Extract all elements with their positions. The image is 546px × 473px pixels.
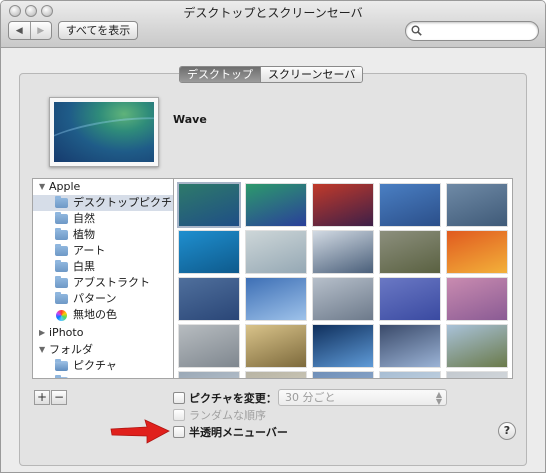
- translucent-menubar-label: 半透明メニューバー: [189, 425, 288, 439]
- source-item-partial[interactable]: [33, 374, 173, 378]
- preferences-window: デスクトップとスクリーンセーバ ◀ ▶ すべてを表示 デスクトップ スクリーンセ…: [0, 0, 546, 473]
- source-item-label: 無地の色: [73, 308, 117, 321]
- source-group-iphoto[interactable]: ▶ iPhoto: [33, 325, 173, 341]
- search-icon: [411, 25, 422, 36]
- purple-waves-thumbnail[interactable]: [380, 278, 440, 320]
- folder-icon: [55, 375, 68, 378]
- beach-thumbnail[interactable]: [246, 231, 306, 273]
- source-item-desktop-pictures[interactable]: デスクトップピクチャ: [33, 195, 173, 211]
- frosted-trees-thumbnail[interactable]: [313, 231, 373, 273]
- folder-icon: [55, 260, 68, 272]
- wave-thumbnail[interactable]: [179, 184, 239, 226]
- titlebar: デスクトップとスクリーンセーバ ◀ ▶ すべてを表示: [1, 1, 545, 48]
- golden-sky-thumbnail[interactable]: [246, 325, 306, 367]
- folder-icon: [55, 276, 68, 288]
- wallpaper-grid[interactable]: [174, 178, 513, 379]
- elephant-thumbnail[interactable]: [447, 325, 507, 367]
- partial-thumbnail-4[interactable]: [380, 372, 440, 378]
- earth-thumbnail[interactable]: [313, 325, 373, 367]
- pictures-folder-icon: [55, 359, 68, 371]
- source-item-label: フォルダ: [49, 343, 93, 356]
- source-item-label: 白黒: [73, 260, 95, 273]
- tab-bar: デスクトップ スクリーンセーバ: [179, 66, 364, 83]
- source-item-label: アブストラクト: [73, 276, 150, 289]
- folder-icon: [55, 244, 68, 256]
- color-wheel-icon: [56, 310, 67, 321]
- interval-popup[interactable]: 30 分ごと ▲ ▼: [278, 389, 447, 406]
- blue-streak-thumbnail[interactable]: [246, 278, 306, 320]
- gray-blue-thumbnail[interactable]: [447, 184, 507, 226]
- partial-thumbnail-1[interactable]: [179, 372, 239, 378]
- partial-thumbnail-2[interactable]: [246, 372, 306, 378]
- tab-desktop[interactable]: デスクトップ: [180, 67, 260, 82]
- disclosure-open-icon: ▼: [39, 182, 46, 191]
- updown-arrows-icon: ▲ ▼: [435, 390, 442, 406]
- space-thumbnail[interactable]: [380, 325, 440, 367]
- partial-thumbnail-5[interactable]: [447, 372, 507, 378]
- source-item-label: デスクトップピクチャ: [73, 196, 174, 209]
- back-forward-buttons: ◀ ▶: [8, 21, 52, 40]
- blue-wave-thumbnail[interactable]: [380, 184, 440, 226]
- window-title: デスクトップとスクリーンセーバ: [183, 6, 363, 20]
- forward-button[interactable]: ▶: [29, 22, 52, 39]
- source-item-label: パターン: [73, 292, 117, 305]
- silver-thumbnail[interactable]: [313, 278, 373, 320]
- translucent-menubar-row: 半透明メニューバー: [173, 424, 288, 439]
- folder-icon: [55, 228, 68, 240]
- blue-water-thumbnail[interactable]: [179, 231, 239, 273]
- change-picture-checkbox[interactable]: [173, 391, 185, 404]
- change-picture-row: ピクチャを変更：: [173, 390, 277, 405]
- source-item-label: Apple: [49, 180, 81, 193]
- source-item-patterns[interactable]: パターン: [33, 291, 173, 307]
- source-item-black-white[interactable]: 白黒: [33, 259, 173, 275]
- source-item-solid-colors[interactable]: 無地の色: [33, 307, 173, 323]
- red-arrow-annotation-icon: [110, 419, 170, 444]
- translucent-menubar-checkbox[interactable]: [173, 425, 185, 438]
- source-item-label: アート: [73, 244, 106, 257]
- tab-screensaver[interactable]: スクリーンセーバ: [260, 67, 363, 82]
- source-item-label: 自然: [73, 212, 95, 225]
- desktop-preview: [49, 97, 159, 167]
- source-list[interactable]: ▼ Apple デスクトップピクチャ 自然 植物 アート 白黒 アブストラクト: [32, 178, 174, 379]
- source-item-nature[interactable]: 自然: [33, 211, 173, 227]
- source-group-apple[interactable]: ▼ Apple: [33, 179, 173, 195]
- source-item-art[interactable]: アート: [33, 243, 173, 259]
- add-folder-button[interactable]: +: [34, 390, 50, 405]
- red-canyon-thumbnail[interactable]: [313, 184, 373, 226]
- search-input[interactable]: [424, 23, 532, 39]
- folder-icon: [55, 212, 68, 224]
- abstract-green-thumbnail[interactable]: [246, 184, 306, 226]
- change-picture-label: ピクチャを変更：: [189, 391, 277, 405]
- source-group-folders[interactable]: ▼ フォルダ: [33, 342, 173, 358]
- pink-dunes-thumbnail[interactable]: [447, 278, 507, 320]
- show-all-button[interactable]: すべてを表示: [58, 21, 138, 40]
- source-item-pictures[interactable]: ピクチャ: [33, 358, 173, 374]
- disclosure-open-icon: ▼: [39, 345, 46, 354]
- misty-lake-thumbnail[interactable]: [179, 325, 239, 367]
- wallpaper-name: Wave: [173, 113, 207, 126]
- source-item-abstract[interactable]: アブストラクト: [33, 275, 173, 291]
- source-item-label: iPhoto: [49, 326, 84, 339]
- chevron-left-icon: ◀: [15, 25, 23, 36]
- help-button[interactable]: ?: [498, 422, 516, 440]
- chevron-right-icon: ▶: [37, 25, 45, 36]
- random-order-label: ランダムな順序: [189, 408, 266, 422]
- random-order-checkbox[interactable]: [173, 408, 185, 421]
- partial-thumbnail-3[interactable]: [313, 372, 373, 378]
- wallpaper-preview-image: [54, 102, 154, 162]
- interval-value: 30 分ごと: [285, 391, 336, 404]
- random-order-row: ランダムな順序: [173, 407, 266, 422]
- blue-pattern-thumbnail[interactable]: [179, 278, 239, 320]
- folder-icon: [55, 196, 68, 208]
- disclosure-closed-icon: ▶: [39, 328, 46, 337]
- source-item-plants[interactable]: 植物: [33, 227, 173, 243]
- folder-icon: [55, 292, 68, 304]
- search-field[interactable]: [405, 21, 539, 41]
- grass-thumbnail[interactable]: [380, 231, 440, 273]
- source-item-label: 植物: [73, 228, 95, 241]
- remove-folder-button[interactable]: −: [51, 390, 67, 405]
- source-item-label: ピクチャ: [73, 359, 117, 372]
- orange-leaves-thumbnail[interactable]: [447, 231, 507, 273]
- back-button[interactable]: ◀: [9, 22, 30, 39]
